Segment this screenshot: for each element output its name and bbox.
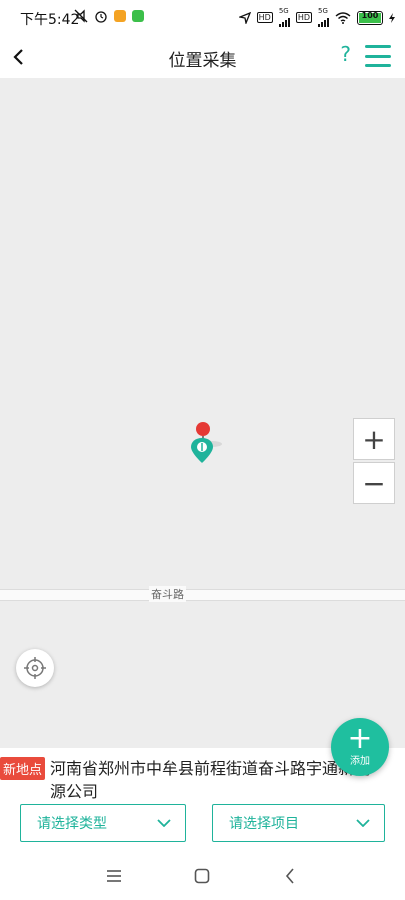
wechat-notification-icon xyxy=(132,10,144,22)
app-notification-icon xyxy=(114,10,126,22)
road-label: 奋斗路 xyxy=(149,586,186,602)
hd-badge: HD xyxy=(256,12,273,23)
marker-pin-icon[interactable] xyxy=(190,436,226,470)
home-icon xyxy=(194,868,210,884)
nav-back-button[interactable] xyxy=(280,866,300,886)
type-select-label: 请选择类型 xyxy=(37,816,107,832)
home-button[interactable] xyxy=(192,866,212,886)
hd-badge: HD xyxy=(295,12,312,23)
charging-icon xyxy=(389,12,395,23)
chevron-down-icon xyxy=(356,819,370,827)
location-arrow-icon xyxy=(238,11,251,24)
status-right-icons: HD 5G HD 5G 100 xyxy=(238,8,395,27)
zoom-out-button[interactable]: − xyxy=(353,462,395,504)
battery-icon: 100 xyxy=(357,10,383,25)
menu-button[interactable] xyxy=(365,45,391,67)
back-icon xyxy=(285,868,294,884)
project-select-label: 请选择项目 xyxy=(229,816,299,832)
plus-icon: + xyxy=(347,721,373,756)
chevron-down-icon xyxy=(157,819,171,827)
crosshair-icon xyxy=(24,657,46,679)
wifi-icon xyxy=(335,11,351,24)
new-location-badge: 新地点 xyxy=(0,757,46,780)
mute-icon xyxy=(74,9,88,23)
system-nav-bar xyxy=(0,852,405,900)
status-bar: 下午5:42 HD 5G HD 5G 100 xyxy=(0,0,405,34)
help-button[interactable]: ? xyxy=(340,42,351,66)
recents-button[interactable] xyxy=(104,866,124,886)
signal-icon: 5G xyxy=(318,8,329,27)
status-time: 下午5:42 xyxy=(20,12,80,28)
locate-button[interactable] xyxy=(16,649,54,687)
type-select[interactable]: 请选择类型 xyxy=(20,804,186,842)
status-left-icons xyxy=(74,9,144,23)
zoom-in-button[interactable]: + xyxy=(353,418,395,460)
alarm-icon xyxy=(94,9,108,23)
project-select[interactable]: 请选择项目 xyxy=(212,804,385,842)
hamburger-menu-icon xyxy=(365,45,391,48)
signal-icon: 5G xyxy=(278,8,290,27)
add-button-label: 添加 xyxy=(350,756,370,767)
recents-icon xyxy=(107,870,121,882)
map-view[interactable]: 奋斗路 + − xyxy=(0,78,405,748)
app-header: 位置采集 ? xyxy=(0,34,405,78)
add-button[interactable]: + 添加 xyxy=(331,718,389,776)
road xyxy=(0,589,405,601)
